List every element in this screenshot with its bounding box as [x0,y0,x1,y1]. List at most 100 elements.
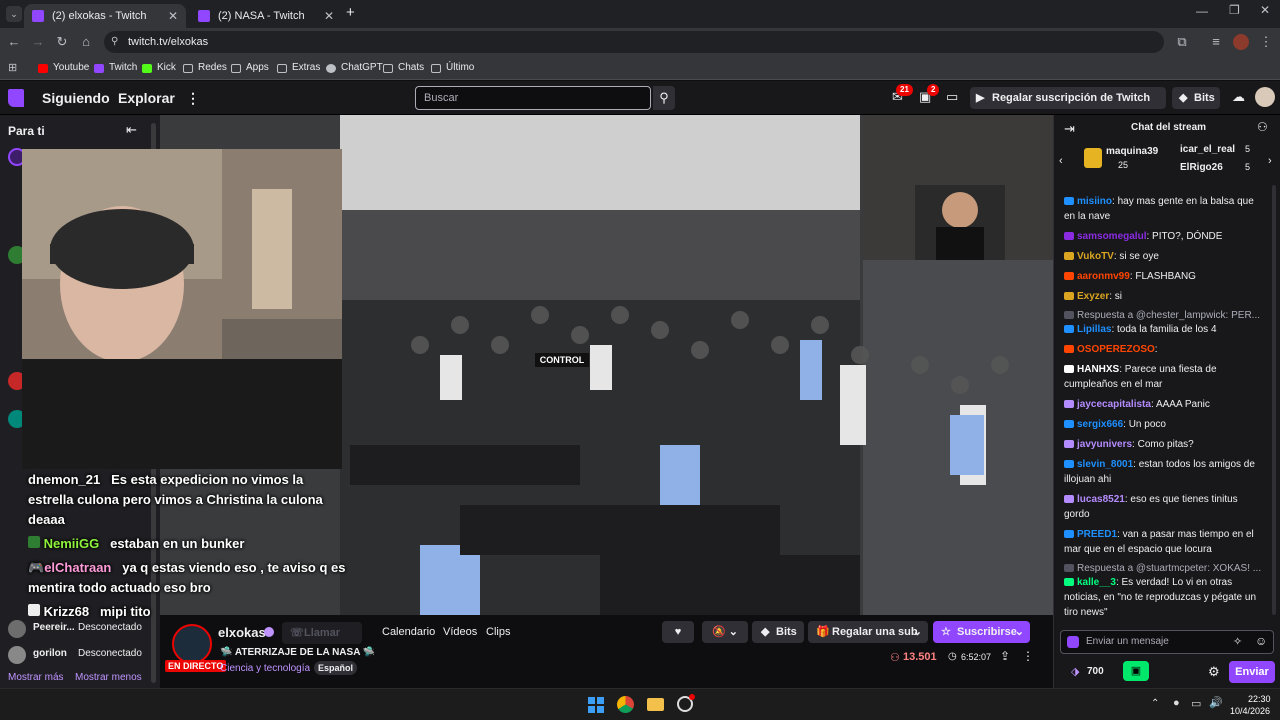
browser-tab-elxokas[interactable]: (2) elxokas - Twitch ✕ [24,4,186,28]
reading-list-icon[interactable]: ≡ [1206,28,1226,56]
chat-username[interactable]: sergix666 [1077,419,1123,430]
follow-heart-button[interactable]: ♥ [662,621,694,643]
chat-username[interactable]: Exyzer [1077,291,1109,302]
stream-category[interactable]: Ciencia y tecnología [220,663,310,674]
notifications-toggle[interactable]: 🔕 ⌄ [702,621,748,643]
maximize-window-icon[interactable]: ❐ [1229,3,1240,17]
close-tab-icon[interactable]: ✕ [324,9,334,23]
more-options-icon[interactable]: ⋮ [186,81,200,115]
bookmark-folder-apps[interactable]: Apps [231,56,269,80]
profile-avatar[interactable] [1233,34,1249,50]
home-icon[interactable]: ⌂ [76,28,96,56]
channel-avatar[interactable] [8,646,26,664]
chat-input[interactable]: Enviar un mensaje ✧ ☺ [1060,630,1274,654]
call-button[interactable]: ☏ Llamar [282,622,362,644]
extensions-icon[interactable]: ⧉ [1172,28,1192,56]
minimize-window-icon[interactable]: — [1196,4,1208,18]
chrome-icon[interactable] [617,696,634,713]
bookmark-kick[interactable]: Kick [142,56,176,80]
bonus-claim-button[interactable]: ▣ [1123,661,1149,681]
bookmark-folder-chats[interactable]: Chats [383,56,424,80]
gift-sub-button[interactable]: 🎁 Regalar una sub ⌄ [808,621,928,643]
channel-avatar[interactable] [8,620,26,638]
bookmark-folder-ultimo[interactable]: Último [431,56,474,80]
bookmark-folder-extras[interactable]: Extras [277,56,320,80]
cheer-icon[interactable] [1067,636,1079,648]
chat-badge-icon [1064,440,1074,449]
apps-grid-icon[interactable]: ⊞ [8,61,17,74]
chat-username[interactable]: jaycecapitalista [1077,399,1151,410]
tab-search-button[interactable]: ⌄ [6,6,22,22]
chat-username[interactable]: samsomegalul [1077,231,1146,242]
close-tab-icon[interactable]: ✕ [168,9,178,23]
network-icon[interactable]: ▭ [1191,697,1201,710]
channel-avatar[interactable] [172,624,212,664]
whispers-icon[interactable]: ▭ [946,89,958,105]
tab-calendar[interactable]: Calendario [382,626,435,638]
search-input[interactable]: Buscar [415,86,651,110]
subscribe-button[interactable]: ☆ Suscribirse ⌄ [933,621,1030,643]
emote-icon[interactable]: ☺ [1255,634,1267,648]
browser-tab-nasa[interactable]: (2) NASA - Twitch ✕ [190,4,342,28]
clock-date[interactable]: 10/4/2026 [1230,706,1270,716]
community-icon[interactable]: ⚇ [1257,120,1268,134]
magic-icon[interactable]: ✧ [1233,635,1242,648]
bookmark-folder-redes[interactable]: Redes [183,56,227,80]
chat-settings-icon[interactable]: ⚙ [1208,664,1220,680]
chat-username[interactable]: HANHXS [1077,364,1119,375]
microphone-icon[interactable]: ● [1173,697,1180,709]
leaderboard-next-icon[interactable]: › [1268,155,1272,167]
file-explorer-icon[interactable] [647,698,664,711]
address-bar[interactable]: ⚲ twitch.tv/elxokas [104,31,1164,53]
back-icon[interactable]: ← [4,28,24,56]
tab-clips[interactable]: Clips [486,626,510,638]
tab-videos[interactable]: Vídeos [443,626,477,638]
chat-username[interactable]: kalle__3 [1077,577,1116,588]
nav-following[interactable]: Siguiendo [42,81,110,115]
chat-username[interactable]: VukoTV [1077,251,1114,262]
show-hidden-icons[interactable]: ⌃ [1151,698,1159,709]
clock-time[interactable]: 22:30 [1248,694,1271,704]
sidebar-channel-name[interactable]: Peereir... [33,622,75,633]
send-button[interactable]: Enviar [1229,661,1275,683]
collapse-sidebar-icon[interactable]: ⇤ [126,122,137,138]
channel-name[interactable]: elxokas [218,625,266,640]
bookmark-youtube[interactable]: Youtube [38,56,89,80]
chat-scrollbar[interactable] [1272,185,1276,615]
chat-username[interactable]: lucas8521 [1077,494,1125,505]
new-tab-button[interactable]: + [346,4,355,21]
chat-username[interactable]: javyunivers [1077,439,1132,450]
search-icon[interactable]: ⚲ [653,86,675,110]
show-more-link[interactable]: Mostrar más [8,672,64,683]
nav-browse[interactable]: Explorar [118,81,175,115]
verified-icon [264,627,274,637]
get-bits-button[interactable]: ◆ Bits [1172,87,1220,109]
volume-icon[interactable]: 🔊 [1209,696,1223,709]
more-options-icon[interactable]: ⋮ [1022,649,1034,663]
chat-username[interactable]: PREED1 [1077,529,1117,540]
chat-username[interactable]: misiino [1077,196,1112,207]
channel-points-icon[interactable]: ⬗ [1071,665,1079,678]
menu-kebab-icon[interactable]: ⋮ [1256,28,1276,56]
chat-username[interactable]: slevin_8001 [1077,459,1133,470]
collapse-chat-icon[interactable]: ⇥ [1064,121,1075,137]
chat-username[interactable]: aaronmv99 [1077,271,1130,282]
bookmark-twitch[interactable]: Twitch [94,56,137,80]
share-icon[interactable]: ⇪ [1000,649,1010,663]
start-icon[interactable] [588,697,604,713]
forward-icon[interactable]: → [28,28,48,56]
show-less-link[interactable]: Mostrar menos [75,672,142,683]
bookmark-chatgpt[interactable]: ChatGPT [326,56,383,80]
stream-bits-button[interactable]: ◆ Bits [752,621,804,643]
user-avatar[interactable] [1255,87,1275,107]
site-info-icon[interactable]: ⚲ [111,31,118,53]
chat-username[interactable]: OSOPEREZOSO [1077,344,1155,355]
close-window-icon[interactable]: ✕ [1260,3,1270,17]
twitch-logo-icon[interactable] [8,89,24,107]
gift-turbo-button[interactable]: ▶ Regalar suscripción de Twitch Turbo [970,87,1166,126]
leaderboard-prev-icon[interactable]: ‹ [1059,155,1063,167]
reload-icon[interactable]: ↻ [52,28,72,56]
language-tag[interactable]: Español [314,661,358,675]
sidebar-channel-name[interactable]: gorilon [33,648,67,659]
chat-username[interactable]: Lipillas [1077,324,1111,335]
